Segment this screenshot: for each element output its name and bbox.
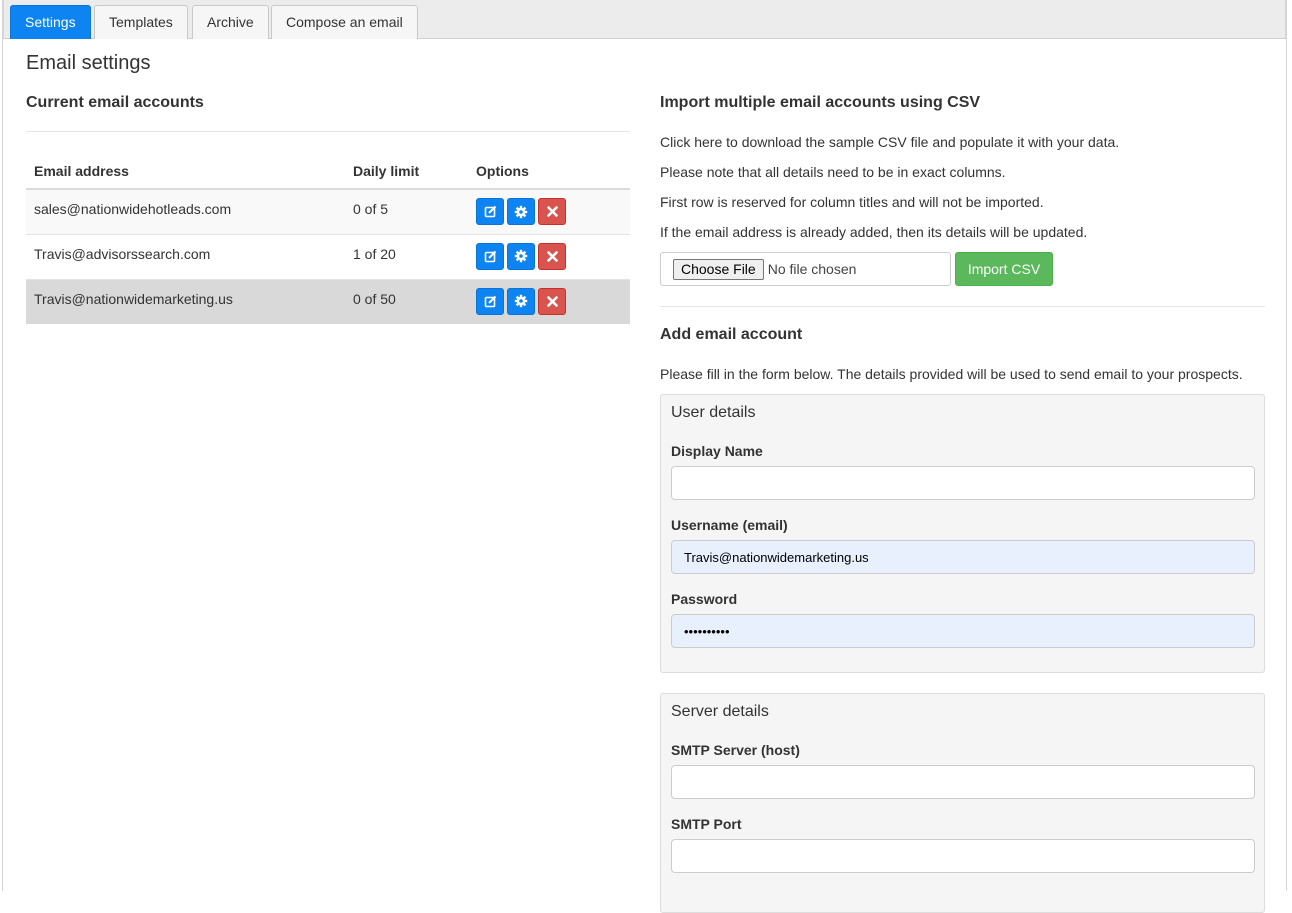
server-details-title: Server details (671, 703, 769, 720)
account-daily-limit: 0 of 50 (345, 278, 468, 324)
edit-account-button[interactable] (476, 198, 504, 225)
password-field[interactable] (671, 614, 1255, 648)
import-csv-button[interactable]: Import CSV (955, 252, 1053, 286)
display-name-label: Display Name (671, 443, 763, 459)
choose-file-button[interactable]: Choose File (673, 258, 764, 280)
tab-bar: Settings Templates Archive Compose an em… (3, 0, 1286, 39)
gear-icon (514, 249, 528, 263)
csv-note-columns: Please note that all details need to be … (660, 164, 1006, 180)
smtp-port-field[interactable] (671, 839, 1255, 873)
gear-icon (514, 294, 528, 308)
edit-icon (484, 205, 496, 218)
account-email: Travis@advisorssearch.com (26, 233, 345, 279)
account-settings-button[interactable] (507, 287, 535, 315)
edit-account-button[interactable] (476, 242, 504, 270)
file-status: No file chosen (767, 261, 857, 277)
edit-icon (484, 250, 496, 262)
divider (660, 306, 1265, 307)
smtp-port-label: SMTP Port (671, 816, 742, 832)
divider (26, 131, 630, 132)
column-header-daily-limit: Daily limit (345, 153, 468, 190)
csv-note-first-row: First row is reserved for column titles … (660, 194, 1044, 210)
tab-settings[interactable]: Settings (10, 5, 91, 39)
edit-account-button[interactable] (476, 287, 504, 315)
account-options (468, 233, 630, 279)
user-details-panel: User details Display Name Username (emai… (660, 394, 1265, 673)
account-settings-button[interactable] (507, 242, 535, 270)
current-accounts-heading: Current email accounts (26, 94, 204, 111)
tab-templates[interactable]: Templates (94, 5, 188, 39)
smtp-host-field[interactable] (671, 765, 1255, 799)
accounts-table: Email address Daily limit Options sales@… (26, 153, 630, 324)
account-daily-limit: 1 of 20 (345, 233, 468, 279)
column-header-options: Options (468, 153, 630, 190)
account-daily-limit: 0 of 5 (345, 188, 468, 234)
account-options (468, 188, 630, 234)
server-details-panel: Server details SMTP Server (host) SMTP P… (660, 693, 1265, 913)
add-account-description: Please fill in the form below. The detai… (660, 366, 1243, 382)
table-row: Travis@advisorssearch.com 1 of 20 (26, 233, 630, 279)
csv-file-input[interactable]: Choose File No file chosen (660, 252, 951, 286)
account-options (468, 278, 630, 324)
user-details-title: User details (671, 404, 756, 421)
app-frame: Settings Templates Archive Compose an em… (2, 0, 1287, 913)
column-header-email: Email address (26, 153, 345, 190)
delete-account-button[interactable] (538, 242, 566, 270)
table-header-row: Email address Daily limit Options (26, 153, 630, 190)
delete-account-button[interactable] (538, 198, 566, 225)
username-field[interactable] (671, 540, 1255, 574)
tab-compose-email[interactable]: Compose an email (271, 5, 418, 39)
delete-icon (546, 250, 558, 262)
delete-account-button[interactable] (538, 287, 566, 315)
csv-download-link[interactable]: Click here to download the sample CSV fi… (660, 134, 1119, 150)
csv-import-heading: Import multiple email accounts using CSV (660, 94, 981, 111)
account-email: Travis@nationwidemarketing.us (26, 278, 345, 324)
username-label: Username (email) (671, 517, 788, 533)
edit-icon (484, 295, 496, 307)
smtp-host-label: SMTP Server (host) (671, 742, 800, 758)
table-row: Travis@nationwidemarketing.us 0 of 50 (26, 278, 630, 324)
table-row: sales@nationwidehotleads.com 0 of 5 (26, 188, 630, 234)
delete-icon (546, 206, 558, 217)
display-name-field[interactable] (671, 466, 1255, 500)
tab-archive[interactable]: Archive (192, 5, 269, 39)
account-email: sales@nationwidehotleads.com (26, 188, 345, 234)
csv-note-update: If the email address is already added, t… (660, 224, 1088, 240)
delete-icon (546, 295, 558, 307)
add-account-heading: Add email account (660, 326, 803, 343)
gear-icon (514, 205, 528, 218)
password-label: Password (671, 591, 738, 607)
account-settings-button[interactable] (507, 198, 535, 225)
page-title: Email settings (26, 52, 151, 74)
